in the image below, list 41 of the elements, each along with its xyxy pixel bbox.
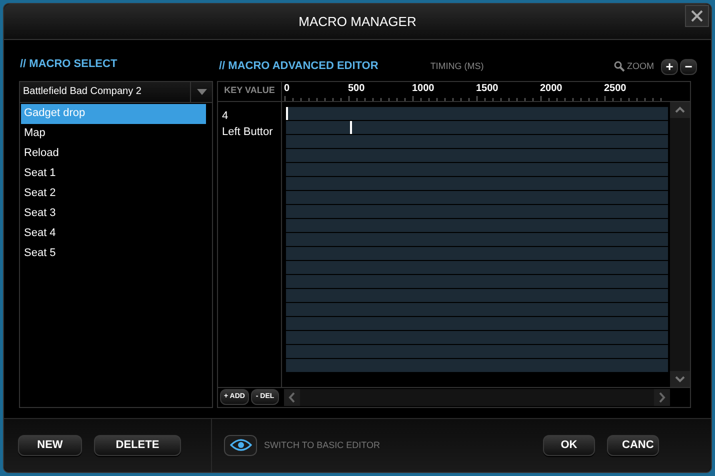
cancel-button[interactable]: CANC (607, 434, 659, 456)
zoom-in-button[interactable]: + (661, 58, 678, 75)
macro-list-item[interactable]: Seat 3 (21, 204, 206, 224)
eye-button[interactable] (224, 434, 257, 456)
zoom-out-button[interactable]: − (680, 58, 697, 75)
key-name: Left Buttor (222, 125, 274, 140)
scroll-up-icon[interactable] (670, 102, 690, 118)
zoom-label: ZOOM (627, 60, 654, 73)
tick-label: 1500 (476, 82, 498, 96)
key-code: 4 (222, 108, 230, 124)
tick-label: 1000 (412, 82, 434, 96)
tick-label: 500 (348, 82, 365, 96)
macro-list-item[interactable]: Map (21, 124, 206, 144)
macro-list-item[interactable]: Reload (21, 144, 206, 164)
close-icon (691, 10, 703, 22)
event-marker[interactable] (350, 120, 352, 134)
close-button[interactable] (685, 5, 709, 27)
eye-icon (230, 439, 252, 452)
new-button[interactable]: NEW (18, 434, 82, 456)
switch-editor-label[interactable]: SWITCH TO BASIC EDITOR (264, 438, 380, 452)
dropdown-arrow-icon (196, 88, 206, 95)
section-heading: // MACRO SELECT (20, 56, 118, 72)
macro-list-item[interactable]: Seat 4 (21, 224, 206, 244)
ok-button[interactable]: OK (543, 434, 595, 456)
scroll-left-icon[interactable] (284, 388, 300, 406)
scroll-down-icon[interactable] (670, 370, 690, 387)
scroll-right-icon[interactable] (654, 388, 670, 406)
tick-label: 2000 (540, 82, 562, 96)
macro-list-item[interactable]: Seat 2 (21, 184, 206, 204)
macro-list-item[interactable]: Seat 5 (21, 244, 206, 264)
macro-set-dropdown[interactable]: Battlefield Bad Company 2 (20, 82, 212, 103)
tick-label: 2500 (604, 82, 626, 96)
column-header: KEY VALUE (224, 84, 275, 98)
event-marker[interactable] (286, 106, 288, 120)
search-icon (614, 61, 625, 72)
section-heading: // MACRO ADVANCED EDITOR (219, 59, 378, 74)
timing-label: TIMING (MS) (430, 60, 484, 73)
window-title: MACRO MANAGER (298, 12, 416, 31)
tick-label: 0 (284, 82, 290, 96)
macro-list-item[interactable]: Seat 1 (21, 164, 206, 184)
delete-button[interactable]: DELETE (94, 434, 181, 456)
